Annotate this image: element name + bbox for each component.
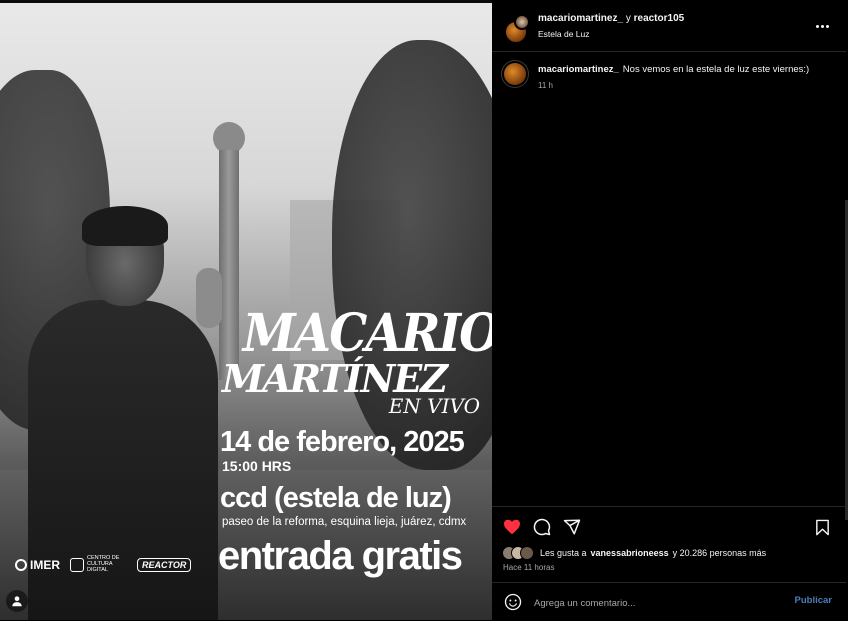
post-sidebar: macariomartinez_ y reactor105 Estela de …	[492, 0, 848, 620]
poster-entry: entrada gratis	[218, 534, 463, 578]
poster-title-line1: MACARIO	[242, 303, 492, 364]
sponsor-logos: IMER CENTRO DE CULTURA DIGITAL REACTOR	[15, 555, 192, 573]
more-horizontal-icon-dot	[826, 24, 829, 28]
action-icons	[502, 517, 582, 537]
caption-avatar[interactable]	[504, 63, 526, 85]
save-button[interactable]	[812, 517, 832, 537]
share-button[interactable]	[562, 517, 582, 537]
header-joiner: y	[625, 13, 631, 24]
ccd-logo-mark	[70, 557, 84, 572]
header-user-secondary[interactable]: reactor105	[634, 13, 685, 24]
comment-icon	[533, 518, 551, 536]
imer-logo-mark	[15, 558, 27, 571]
heart-filled-icon	[504, 519, 520, 535]
likes-prefix: Les gusta a	[540, 548, 587, 558]
post-image[interactable]: MACARIO MARTÍNEZ EN VIVO 14 de febrero, …	[0, 0, 492, 620]
monument-column	[219, 150, 239, 380]
post-timestamp[interactable]: Hace 11 horas	[503, 563, 554, 572]
poster-time: 15:00 HRS	[222, 458, 292, 474]
image-top-strip	[0, 0, 492, 3]
ccd-logo-text: CENTRO DE CULTURA DIGITAL	[87, 555, 120, 573]
tagged-users-button[interactable]	[6, 590, 28, 612]
emoji-icon	[504, 593, 522, 611]
header-usernames: macariomartinez_ y reactor105	[538, 13, 684, 24]
poster-date: 14 de febrero, 2025	[220, 426, 465, 458]
emoji-button[interactable]	[504, 593, 522, 611]
share-icon	[563, 519, 581, 535]
poster-venue: ccd (estela de luz)	[220, 482, 452, 514]
user-icon	[12, 596, 22, 607]
reactor-logo: REACTOR	[137, 557, 192, 572]
likes-suffix[interactable]: y 20.286 personas más	[673, 548, 767, 558]
ccd-logo: CENTRO DE CULTURA DIGITAL	[70, 555, 127, 573]
avatar-secondary[interactable]	[514, 14, 530, 30]
caption: macariomartinez_ Nos vemos en la estela d…	[492, 60, 846, 100]
more-horizontal-icon-dot	[816, 24, 819, 28]
location-link[interactable]: Estela de Luz	[538, 29, 590, 39]
person-hair	[82, 206, 168, 246]
caption-username[interactable]: macariomartinez_	[538, 64, 619, 75]
liker-avatars	[502, 546, 536, 560]
likes-summary[interactable]: Les gusta a vanessabrioneess y 20.286 pe…	[502, 546, 766, 560]
comment-button[interactable]	[532, 517, 552, 537]
more-horizontal-icon-dot	[821, 24, 824, 28]
more-options-button[interactable]	[816, 18, 832, 34]
likes-user[interactable]: vanessabrioneess	[591, 548, 669, 558]
peace-sign-hand	[196, 268, 222, 328]
collab-avatars[interactable]	[504, 14, 532, 44]
header-user-primary[interactable]: macariomartinez_	[538, 13, 623, 24]
liker-avatar	[520, 546, 534, 560]
comment-bar: Publicar	[492, 582, 846, 621]
caption-text: Nos vemos en la estela de luz este viern…	[622, 64, 810, 75]
imer-logo: IMER	[15, 558, 60, 572]
post-actions: Les gusta a vanessabrioneess y 20.286 pe…	[492, 506, 846, 583]
bookmark-icon	[815, 519, 829, 535]
post-comment-button[interactable]: Publicar	[795, 595, 833, 606]
imer-logo-text: IMER	[30, 557, 60, 572]
poster-address: paseo de la reforma, esquina lieja, juár…	[222, 516, 467, 528]
poster-subtitle: EN VIVO	[388, 394, 480, 418]
like-button[interactable]	[502, 517, 522, 537]
caption-time: 11 h	[538, 81, 553, 90]
poster-title-line2: MARTÍNEZ	[222, 356, 448, 401]
comment-input[interactable]	[532, 593, 776, 613]
caption-text-block: macariomartinez_ Nos vemos en la estela d…	[538, 64, 838, 75]
post-header: macariomartinez_ y reactor105 Estela de …	[492, 0, 846, 52]
